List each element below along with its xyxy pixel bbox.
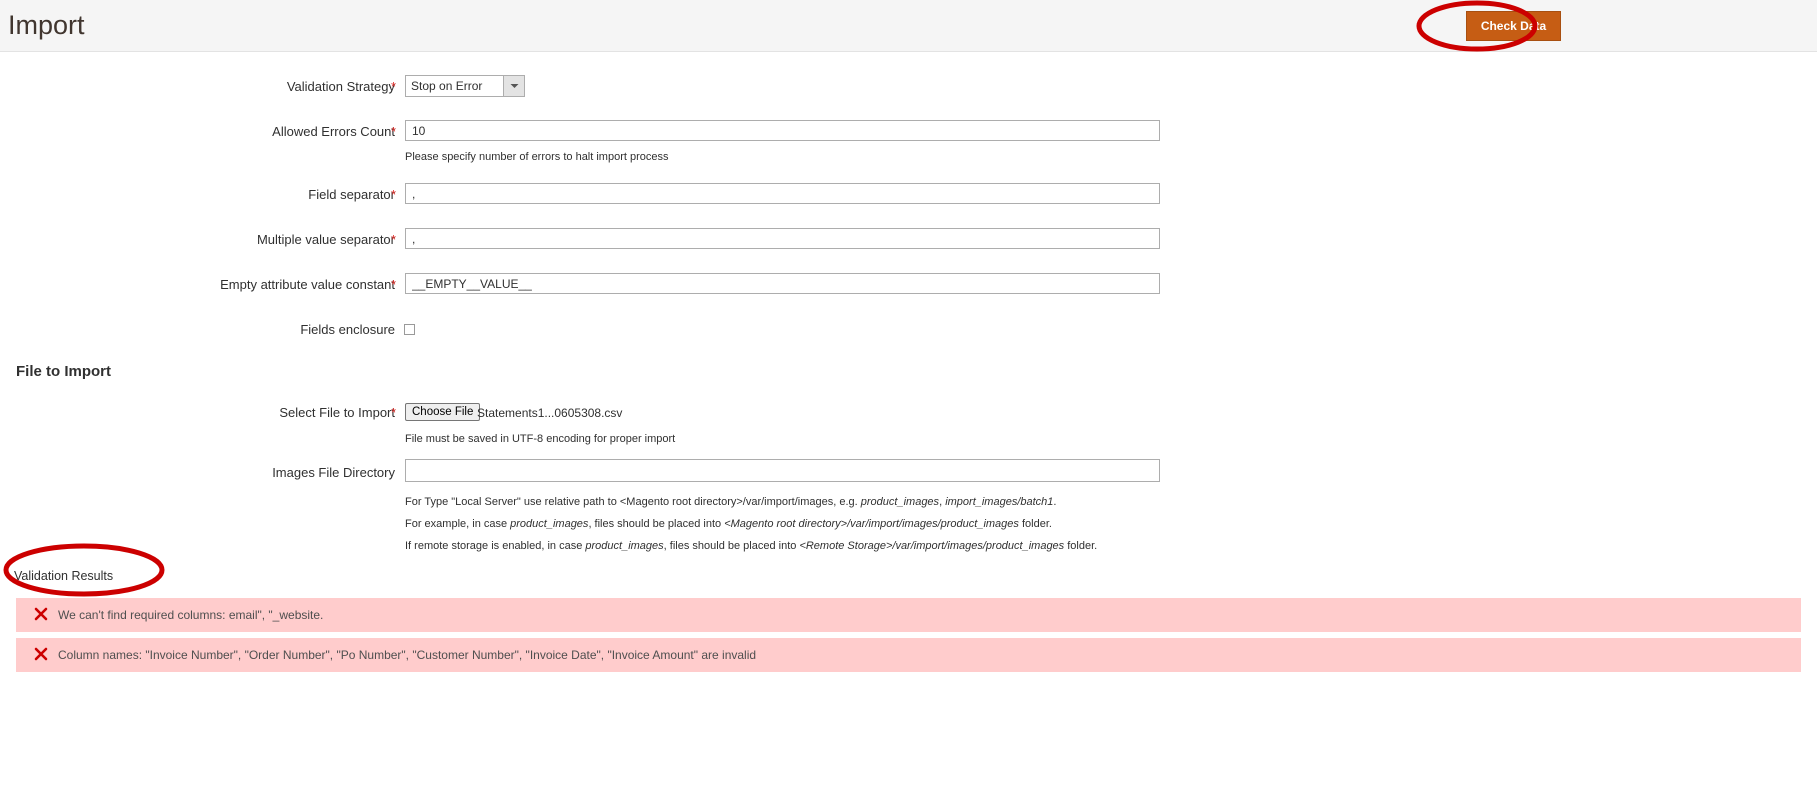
allowed-errors-count-input[interactable] — [405, 120, 1160, 141]
label-validation-strategy: Validation Strategy — [286, 79, 395, 94]
label-select-file-to-import: Select File to Import — [279, 405, 395, 420]
images-file-directory-input[interactable] — [405, 459, 1160, 482]
required-star-multiple-value-separator: * — [391, 232, 397, 247]
error-x-icon — [34, 607, 48, 621]
required-star-empty-attribute-value-constant: * — [391, 277, 397, 292]
chevron-down-icon — [503, 76, 524, 96]
page-header: Import Check Data — [0, 0, 1817, 52]
note-select-file-to-import: File must be saved in UTF-8 encoding for… — [405, 433, 676, 445]
required-star-allowed-errors-count: * — [391, 124, 397, 139]
multiple-value-separator-input[interactable] — [405, 228, 1160, 249]
note-images-directory-3: If remote storage is enabled, in case pr… — [405, 540, 1098, 552]
label-multiple-value-separator: Multiple value separator — [256, 232, 395, 247]
validation-error-row-1: We can't find required columns: email", … — [16, 598, 1801, 632]
required-star-field-separator: * — [391, 187, 397, 202]
validation-strategy-value: Stop on Error — [411, 79, 483, 93]
validation-results-title: Validation Results — [14, 569, 114, 583]
note-images-directory-1: For Type "Local Server" use relative pat… — [405, 496, 1057, 508]
label-images-file-directory: Images File Directory — [272, 465, 395, 480]
validation-error-text-2: Column names: "Invoice Number", "Order N… — [58, 648, 757, 662]
label-field-separator: Field separator — [308, 187, 395, 202]
error-x-icon — [34, 647, 48, 661]
fields-enclosure-checkbox[interactable] — [404, 324, 415, 335]
required-star-validation-strategy: * — [391, 79, 397, 94]
check-data-button[interactable]: Check Data — [1466, 11, 1561, 41]
label-allowed-errors-count: Allowed Errors Count — [272, 124, 395, 139]
empty-attribute-value-constant-input[interactable] — [405, 273, 1160, 294]
selected-file-name: Statements1...0605308.csv — [477, 406, 623, 420]
choose-file-button[interactable]: Choose File — [405, 403, 481, 421]
note-allowed-errors-count: Please specify number of errors to halt … — [405, 151, 669, 163]
validation-error-text-1: We can't find required columns: email", … — [58, 608, 324, 622]
validation-error-row-2: Column names: "Invoice Number", "Order N… — [16, 638, 1801, 672]
label-empty-attribute-value-constant: Empty attribute value constant — [220, 277, 395, 292]
page-title: Import — [8, 10, 85, 40]
section-title-file-to-import: File to Import — [16, 363, 111, 380]
validation-strategy-select[interactable]: Stop on Error — [405, 75, 525, 97]
note-images-directory-2: For example, in case product_images, fil… — [405, 518, 1052, 530]
label-fields-enclosure: Fields enclosure — [300, 322, 395, 337]
field-separator-input[interactable] — [405, 183, 1160, 204]
required-star-select-file-to-import: * — [391, 405, 397, 420]
